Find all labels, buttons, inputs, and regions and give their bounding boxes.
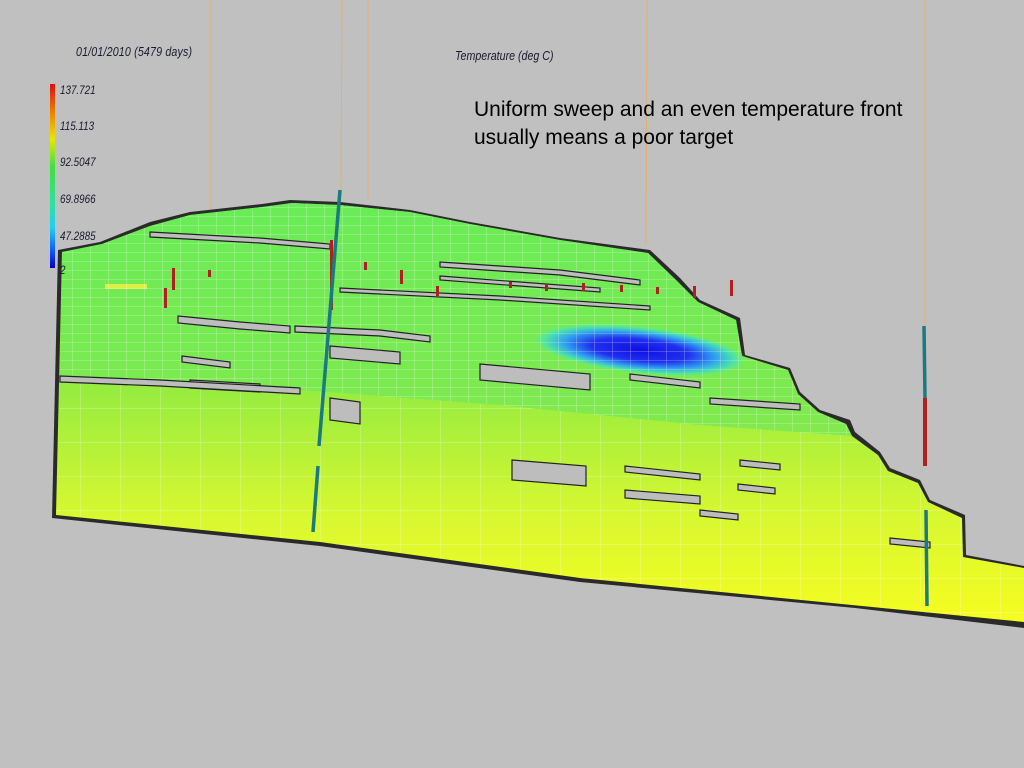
legend-tick-3: 92.5047 (60, 155, 96, 169)
well-b (922, 325, 927, 399)
annotation-line-1: Uniform sweep and an even temperature fr… (474, 98, 903, 121)
legend-tick-1: 137.721 (60, 83, 96, 97)
annotation-text: Uniform sweep and an even temperature fr… (474, 96, 1019, 152)
color-legend-bar (50, 84, 55, 268)
legend-tick-5: 47.2885 (60, 229, 96, 243)
well-b-lower (924, 509, 929, 607)
legend-tick-2: 115.113 (60, 119, 95, 133)
3d-viewport[interactable]: 01/01/2010 (5479 days) Temperature (deg … (0, 0, 1024, 768)
legend-tick-4: 69.8966 (60, 192, 96, 206)
property-label: Temperature (deg C) (455, 48, 554, 63)
timestamp-label: 01/01/2010 (5479 days) (76, 44, 193, 59)
legend-tick-6: 2 (60, 263, 66, 277)
annotation-line-2: usually means a poor target (474, 126, 734, 149)
grid-coarse (56, 380, 1024, 622)
